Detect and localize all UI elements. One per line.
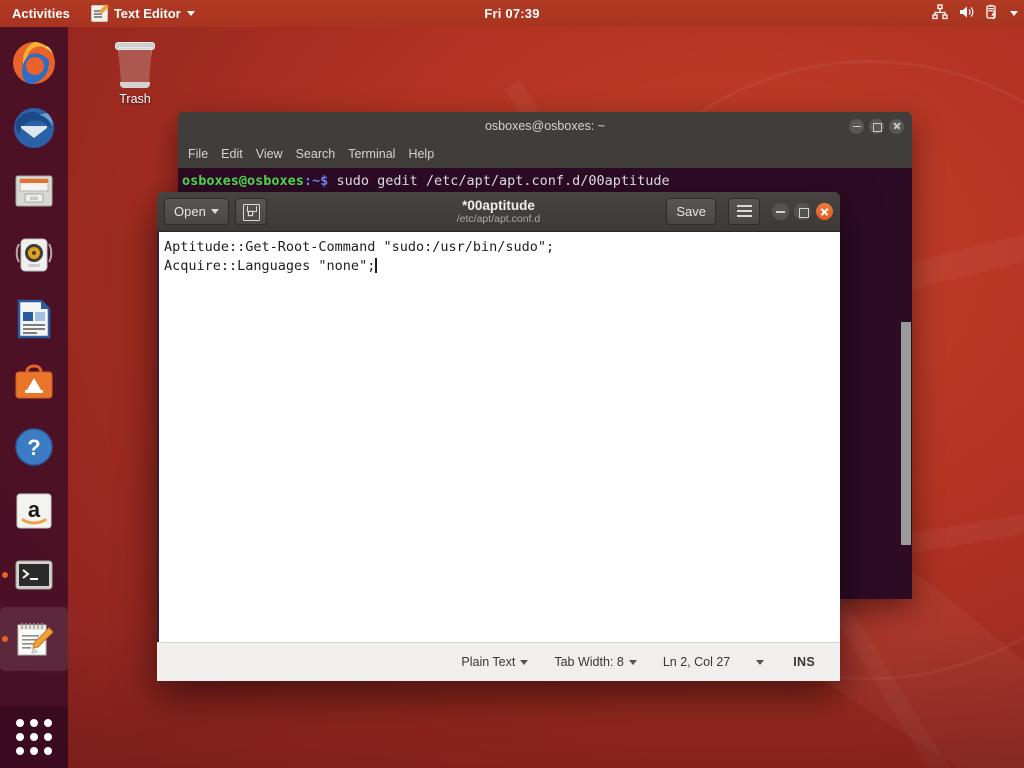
terminal-title-text: osboxes@osboxes: ~	[484, 119, 606, 133]
terminal-menu-help[interactable]: Help	[408, 147, 434, 161]
gnome-top-bar: Activities Text Editor Fri 07:39	[0, 0, 1024, 27]
language-label: Plain Text	[461, 655, 516, 669]
terminal-scrollbar-thumb[interactable]	[901, 322, 911, 545]
insert-mode-label: INS	[793, 655, 815, 669]
system-tray	[932, 0, 1018, 27]
editor-minimize-button[interactable]	[772, 203, 789, 220]
open-button-label: Open	[174, 204, 206, 219]
hamburger-menu-button[interactable]	[728, 198, 760, 225]
text-editor-window-controls	[772, 203, 833, 220]
tab-width-selector[interactable]: Tab Width: 8	[541, 655, 649, 669]
battery-icon[interactable]	[984, 4, 1000, 23]
chevron-down-icon	[520, 659, 529, 665]
volume-icon[interactable]	[958, 4, 974, 23]
save-as-icon	[243, 204, 261, 221]
text-editor-headerbar[interactable]: Open *00aptitude /etc/apt/apt.conf.d Sav…	[157, 192, 840, 232]
launcher-item-rhythmbox[interactable]	[0, 223, 68, 287]
launcher-item-help[interactable]: ?	[0, 415, 68, 479]
activities-button[interactable]: Activities	[0, 0, 82, 27]
cursor-position-label: Ln 2, Col 27	[662, 655, 731, 669]
libreoffice-writer-icon	[11, 296, 57, 342]
rhythmbox-icon	[11, 232, 57, 278]
thunderbird-icon	[11, 104, 57, 150]
terminal-menu-edit[interactable]: Edit	[221, 147, 243, 161]
terminal-menu-view[interactable]: View	[256, 147, 283, 161]
terminal-command-text: sudo gedit /etc/apt/apt.conf.d/00aptitud…	[328, 173, 670, 189]
chevron-down-icon	[186, 11, 195, 16]
show-applications-button[interactable]	[0, 706, 68, 768]
svg-text:a: a	[28, 497, 41, 522]
launcher-item-files[interactable]	[0, 159, 68, 223]
launcher-item-thunderbird[interactable]	[0, 95, 68, 159]
running-indicator-dot	[2, 572, 8, 578]
trash-label: Trash	[119, 92, 151, 106]
position-dropdown[interactable]	[743, 659, 777, 665]
editor-close-button[interactable]	[816, 203, 833, 220]
terminal-menu-file[interactable]: File	[188, 147, 208, 161]
system-menu-chevron-icon[interactable]	[1010, 11, 1018, 16]
cursor-position[interactable]: Ln 2, Col 27	[650, 655, 743, 669]
terminal-prompt-user: osboxes@osboxes	[182, 173, 304, 189]
save-button[interactable]: Save	[666, 198, 716, 225]
help-icon: ?	[11, 424, 57, 470]
editor-maximize-button[interactable]	[794, 203, 811, 220]
terminal-prompt-path: :~$	[303, 173, 329, 189]
hamburger-menu-icon	[736, 205, 752, 218]
terminal-menubar: File Edit View Search Terminal Help	[178, 140, 912, 168]
document-path: /etc/apt/apt.conf.d	[456, 213, 541, 225]
desktop-icon-trash[interactable]: Trash	[100, 38, 170, 106]
save-button-label: Save	[676, 204, 706, 219]
document-line-2-wrap: Acquire::Languages "none";	[159, 257, 840, 276]
text-editor-icon	[11, 616, 57, 662]
terminal-menu-search[interactable]: Search	[296, 147, 336, 161]
launcher-item-amazon[interactable]: a	[0, 479, 68, 543]
terminal-maximize-button[interactable]	[869, 118, 884, 134]
ubuntu-software-icon	[11, 360, 57, 406]
amazon-icon: a	[11, 488, 57, 534]
chevron-down-icon	[210, 209, 219, 214]
clock-label[interactable]: Fri 07:39	[484, 6, 539, 21]
launcher-item-text-editor[interactable]	[0, 607, 68, 671]
terminal-window-controls	[849, 112, 904, 140]
launcher-item-terminal[interactable]	[0, 543, 68, 607]
save-as-button[interactable]	[234, 198, 267, 225]
network-icon[interactable]	[932, 4, 948, 23]
firefox-icon	[11, 40, 57, 86]
terminal-icon	[11, 552, 57, 598]
files-icon	[11, 168, 57, 214]
app-menu-label: Text Editor	[113, 6, 181, 21]
document-line-1: Aptitude::Get-Root-Command "sudo:/usr/bi…	[164, 239, 555, 255]
text-editor-document-area[interactable]: Aptitude::Get-Root-Command "sudo:/usr/bi…	[157, 232, 840, 642]
document-line-2: Acquire::Languages "none";	[164, 258, 376, 274]
text-editor-statusbar: Plain Text Tab Width: 8 Ln 2, Col 27 INS	[157, 642, 840, 681]
launcher-item-ubuntu-software[interactable]	[0, 351, 68, 415]
launcher-item-libreoffice-writer[interactable]	[0, 287, 68, 351]
terminal-minimize-button[interactable]	[849, 118, 864, 134]
terminal-titlebar[interactable]: osboxes@osboxes: ~	[178, 112, 912, 140]
chevron-down-icon	[756, 659, 765, 665]
unity-launcher: ? a	[0, 27, 68, 768]
launcher-item-firefox[interactable]	[0, 31, 68, 95]
insert-mode-indicator: INS	[777, 655, 828, 669]
terminal-menu-terminal[interactable]: Terminal	[348, 147, 395, 161]
tab-width-label: Tab Width: 8	[554, 655, 624, 669]
document-title: *00aptitude	[462, 198, 535, 213]
running-indicator-dot	[2, 636, 8, 642]
trash-icon	[114, 38, 156, 88]
chevron-down-icon	[628, 659, 637, 665]
text-cursor	[375, 258, 377, 273]
apps-grid-icon	[16, 719, 52, 755]
terminal-command-line: osboxes@osboxes:~$ sudo gedit /etc/apt/a…	[178, 168, 912, 191]
text-editor-icon	[90, 5, 108, 22]
svg-text:?: ?	[27, 435, 40, 460]
app-menu-button[interactable]: Text Editor	[82, 0, 204, 27]
terminal-close-button[interactable]	[889, 118, 904, 134]
open-button[interactable]: Open	[164, 198, 229, 225]
activities-label: Activities	[12, 6, 70, 21]
headerbar-right-group: Save	[666, 198, 833, 225]
text-editor-window[interactable]: Open *00aptitude /etc/apt/apt.conf.d Sav…	[157, 192, 840, 681]
language-selector[interactable]: Plain Text	[448, 655, 541, 669]
terminal-scrollbar[interactable]	[900, 168, 912, 599]
